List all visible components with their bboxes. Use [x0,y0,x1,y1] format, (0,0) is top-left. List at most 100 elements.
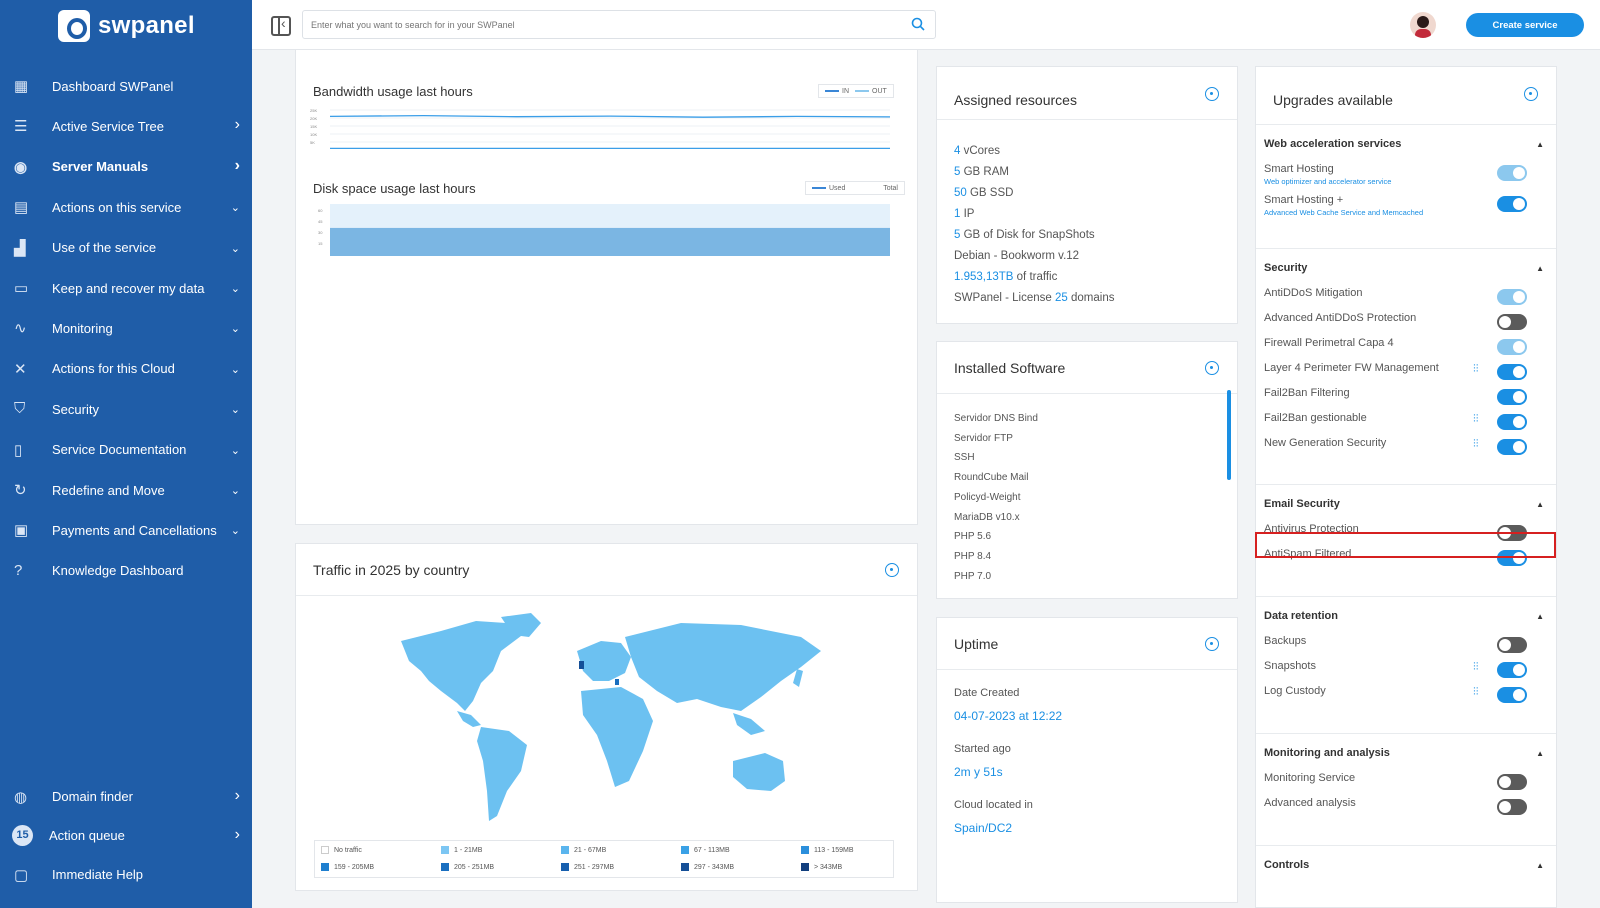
map-australia [733,753,785,791]
payments-icon: ▣ [14,522,29,540]
settings-sliders-icon[interactable]: ⫶⫶ [1473,363,1486,376]
toggle-log-custody[interactable] [1497,687,1527,703]
sidebar-item-dashboard-swpanel[interactable]: ▦ Dashboard SWPanel [0,66,252,106]
toggle-monitoring-service[interactable] [1497,774,1527,790]
chevron-down-icon: ⌄ [230,525,240,538]
software-scrollbar[interactable] [1227,390,1231,480]
settings-sliders-icon[interactable]: ⫶⫶ [1473,413,1486,426]
legend-total-label: Total [883,184,898,192]
toggle-new-generation-security[interactable] [1497,439,1527,455]
chevron-right-icon: › [234,826,240,843]
bandwidth-legend: IN OUT [818,84,894,98]
sidebar-item-active-service-tree[interactable]: ☰ Active Service Tree › [0,106,252,146]
logo-icon [58,10,90,42]
sidebar-item-knowledge-dashboard[interactable]: ? Knowledge Dashboard [0,551,252,591]
redefine-icon: ↻ [14,481,27,499]
software-item: PHP 5.6 [954,531,992,543]
sidebar-item-actions-for-this-cloud[interactable]: ✕ Actions for this Cloud ⌄ [0,349,252,389]
sidebar-item-label: Use of the service [52,240,157,256]
user-avatar[interactable] [1410,12,1436,38]
legend-range-label: 1 - 21MB [454,846,483,854]
sidebar-item-label: Knowledge Dashboard [52,563,184,579]
legend-color-swatch [561,846,569,854]
collapse-caret-icon[interactable]: ▲ [1536,861,1544,870]
bandwidth-tick-label: 20K [310,116,317,121]
antivirus-highlight-box [1255,532,1556,558]
upgrade-section-data-retention: Data retention ▲ Backups Snapshots ⫶⫶ Log Cus… [1264,610,1548,725]
toggle-fail2ban-filtering[interactable] [1497,389,1527,405]
toggle-antiddos-mitigation[interactable] [1497,289,1527,305]
settings-sliders-icon[interactable]: ⫶⫶ [1473,438,1486,451]
archive-icon: ▭ [14,279,29,297]
uptime-panel: Uptime Date Created 04-07-2023 at 12:22 … [936,617,1238,903]
create-service-button[interactable]: Create service [1466,13,1584,37]
legend-in-label: IN [842,87,849,95]
search-icon[interactable] [911,17,925,31]
section-title: Data retention [1264,610,1338,622]
toggle-layer-4-perimeter-fw-management[interactable] [1497,364,1527,380]
map-north-america [401,621,521,711]
toggle-fail2ban-gestionable[interactable] [1497,414,1527,430]
traffic-title: Traffic in 2025 by country [313,562,470,578]
legend-color-swatch [801,846,809,854]
collapse-caret-icon[interactable]: ▲ [1536,749,1544,758]
sidebar-item-monitoring[interactable]: ∿ Monitoring ⌄ [0,308,252,348]
sidebar-item-actions-on-this-service[interactable]: ▤ Actions on this service ⌄ [0,187,252,227]
toggle-firewall-perimetral-capa-4[interactable] [1497,339,1527,355]
started-ago-value: 2m y 51s [954,765,1003,779]
sidebar-item-service-documentation[interactable]: ▯ Service Documentation ⌄ [0,430,252,470]
upgrades-title: Upgrades available [1273,92,1393,108]
collapse-sidebar-icon[interactable] [271,15,291,36]
legend-out-label: OUT [872,87,887,95]
settings-sliders-icon[interactable]: ⫶⫶ [1473,661,1486,674]
sidebar-item-label: Immediate Help [52,867,144,882]
resource-text: domains [1067,292,1115,304]
upgrade-label: Firewall Perimetral Capa 4 [1264,337,1394,349]
toggle-advanced-antiddos-protection[interactable] [1497,314,1527,330]
cloud-location-label: Cloud located in [954,799,1033,811]
traffic-info-icon[interactable] [885,563,899,577]
chevron-down-icon: ⌄ [230,282,240,295]
date-created-label: Date Created [954,687,1020,699]
toggle-smart-hosting[interactable] [1497,165,1527,181]
upgrade-label: Advanced AntiDDoS Protection [1264,312,1417,324]
toggle-backups[interactable] [1497,637,1527,653]
search-input[interactable] [303,11,893,38]
legend-out-swatch [855,89,869,92]
collapse-caret-icon[interactable]: ▲ [1536,500,1544,509]
traffic-legend-item: 21 - 67MB [561,846,606,854]
sidebar-item-payments-and-cancellations[interactable]: ▣ Payments and Cancellations ⌄ [0,510,252,550]
bandwidth-tick-label: 10K [310,132,317,137]
uptime-info-icon[interactable] [1205,637,1219,651]
chevron-right-icon: › [234,116,240,134]
legend-range-label: 159 - 205MB [334,863,375,871]
collapse-caret-icon[interactable]: ▲ [1536,140,1544,149]
chevron-down-icon: ⌄ [230,404,240,417]
bandwidth-tick-label: 5K [310,140,315,145]
chevron-down-icon: ⌄ [230,242,240,255]
toggle-snapshots[interactable] [1497,662,1527,678]
legend-color-swatch [321,846,329,854]
logo[interactable]: swpanel [58,10,195,42]
sidebar-item-security[interactable]: ⛉ Security ⌄ [0,389,252,429]
toggle-smart-hosting-[interactable] [1497,196,1527,212]
upgrade-label: Advanced analysis [1264,797,1356,809]
sidebar-item-server-manuals[interactable]: ◉ Server Manuals › [0,147,252,187]
sidebar-item-redefine-and-move[interactable]: ↻ Redefine and Move ⌄ [0,470,252,510]
resource-item: 50 GB SSD [954,183,1114,204]
collapse-caret-icon[interactable]: ▲ [1536,612,1544,621]
sidebar-item-keep-and-recover-my-data[interactable]: ▭ Keep and recover my data ⌄ [0,268,252,308]
started-ago-label: Started ago [954,743,1011,755]
sidebar-item-domain-finder[interactable]: ◍ Domain finder › [0,777,252,816]
assigned-info-icon[interactable] [1205,87,1219,101]
software-info-icon[interactable] [1205,361,1219,375]
upgrades-info-icon[interactable] [1524,87,1538,101]
sidebar-item-use-of-the-service[interactable]: ▟ Use of the service ⌄ [0,228,252,268]
sidebar-item-action-queue[interactable]: 15 Action queue › [0,816,252,855]
collapse-caret-icon[interactable]: ▲ [1536,264,1544,273]
toggle-advanced-analysis[interactable] [1497,799,1527,815]
sidebar-item-immediate-help[interactable]: ▢ Immediate Help [0,855,252,894]
legend-color-swatch [681,846,689,854]
disk-tick-label: 45 [318,219,323,224]
settings-sliders-icon[interactable]: ⫶⫶ [1473,686,1486,699]
